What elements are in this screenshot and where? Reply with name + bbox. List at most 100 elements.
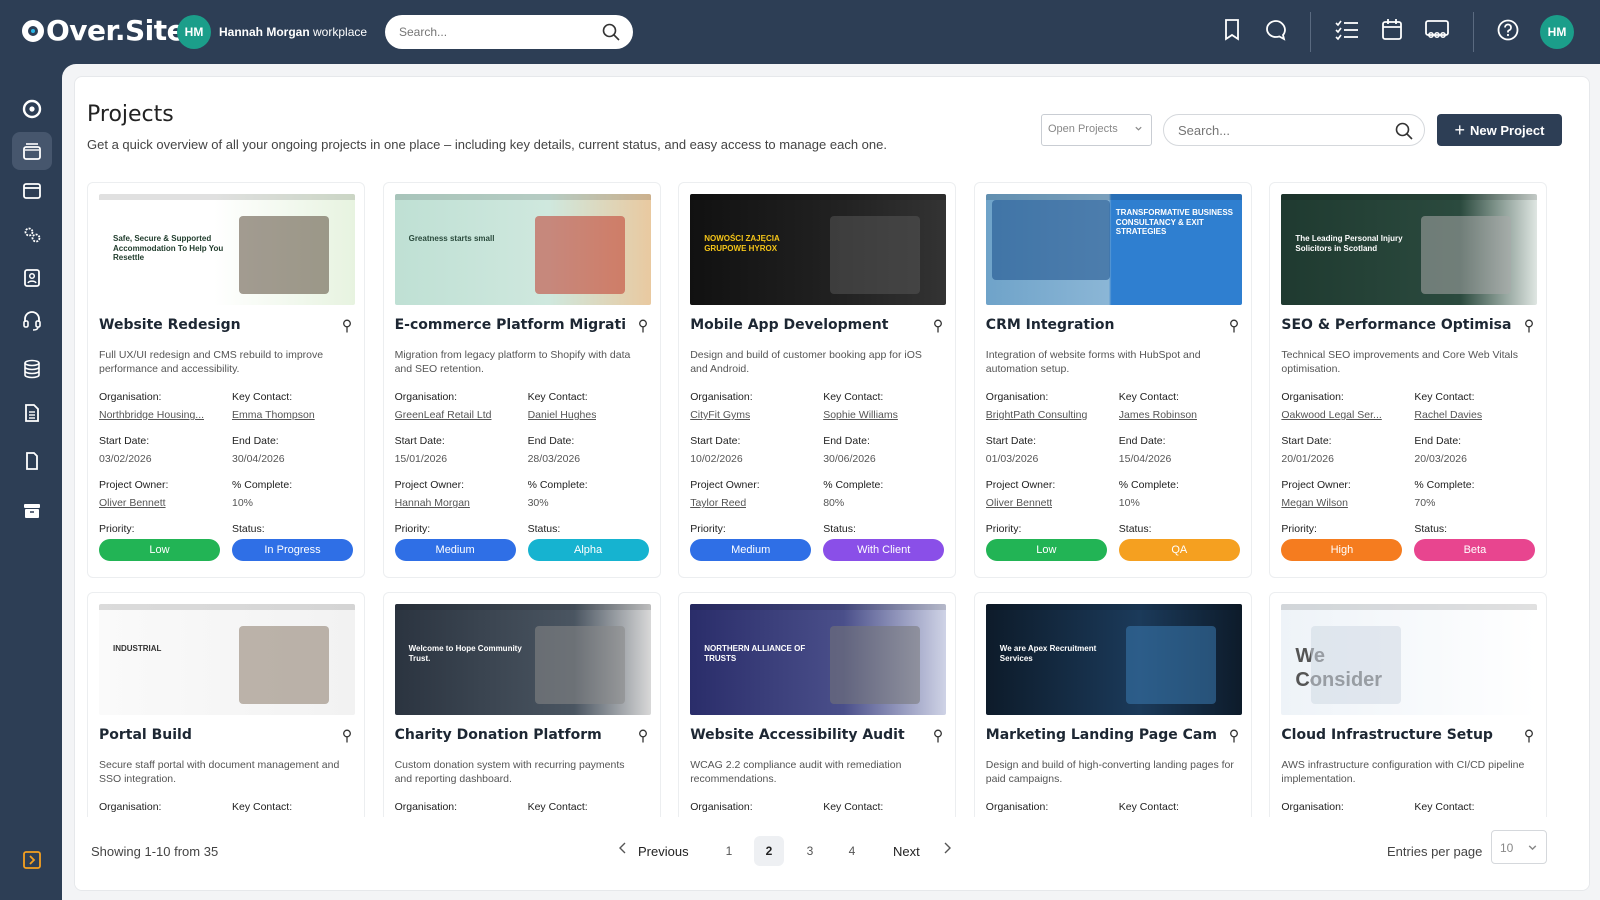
priority-badge: High xyxy=(1281,539,1403,561)
help-icon[interactable] xyxy=(1496,18,1520,42)
team-icon[interactable] xyxy=(1424,18,1450,42)
project-thumbnail[interactable]: We Consider xyxy=(1281,604,1538,715)
key-contact-link[interactable]: Daniel Hughes xyxy=(528,409,597,421)
organisation-label: Organisation: xyxy=(1281,391,1344,403)
project-filter-select[interactable]: Open Projects xyxy=(1041,114,1152,146)
new-project-button[interactable]: + New Project xyxy=(1437,114,1562,146)
page-2-button[interactable]: 2 xyxy=(754,836,784,866)
organisation-link[interactable]: Northbridge Housing... xyxy=(99,409,204,421)
organisation-link[interactable]: GreenLeaf Retail Ltd xyxy=(395,409,492,421)
database-icon[interactable] xyxy=(12,350,52,388)
key-contact-link[interactable]: Sophie Williams xyxy=(823,409,898,421)
project-title: Website Redesign xyxy=(99,317,241,333)
project-card[interactable]: TRANSFORMATIVE BUSINESS CONSULTANCY & EX… xyxy=(973,182,1252,578)
organisation-link[interactable]: CityFit Gyms xyxy=(690,409,750,421)
chat-icon[interactable] xyxy=(1264,18,1288,42)
organisation-link[interactable]: Oakwood Legal Ser... xyxy=(1281,409,1381,421)
pin-icon[interactable] xyxy=(638,729,648,748)
task-list-icon[interactable] xyxy=(1334,18,1360,42)
project-owner-link[interactable]: Oliver Bennett xyxy=(986,497,1053,509)
key-contact-label: Key Contact: xyxy=(823,801,884,813)
project-card[interactable]: The Leading Personal Injury Solicitors i… xyxy=(1269,182,1548,578)
project-title: CRM Integration xyxy=(985,317,1115,333)
pin-icon[interactable] xyxy=(1524,729,1534,748)
filter-value: Open Projects xyxy=(1048,123,1118,135)
percent-complete-value: 30% xyxy=(527,497,549,509)
priority-badge: Low xyxy=(99,539,220,561)
project-card[interactable]: NOWOŚCI ZAJĘCIA GRUPOWE HYROX Mobile App … xyxy=(678,182,957,578)
document-icon[interactable] xyxy=(12,394,52,432)
pin-icon[interactable] xyxy=(342,729,352,748)
percent-complete-label: % Complete: xyxy=(823,479,884,491)
key-contact-link[interactable]: James Robinson xyxy=(1119,409,1197,421)
organisation-link[interactable]: BrightPath Consulting xyxy=(986,409,1088,421)
project-card[interactable]: Greatness starts small E-commerce Platfor… xyxy=(382,182,661,578)
pin-icon[interactable] xyxy=(1229,729,1239,748)
project-card[interactable]: Safe, Secure & Supported Accommodation T… xyxy=(87,182,365,578)
pin-icon[interactable] xyxy=(1229,319,1239,338)
bookmark-icon[interactable] xyxy=(1222,18,1242,42)
chevron-right-icon[interactable] xyxy=(941,841,953,858)
project-card[interactable]: We Consider Cloud Infrastructure Setup AWS… xyxy=(1269,592,1548,852)
project-thumbnail[interactable]: We are Apex Recruitment Services xyxy=(985,604,1242,715)
key-contact-label: Key Contact: xyxy=(1414,801,1475,813)
pin-icon[interactable] xyxy=(933,319,943,338)
settings-gears-icon[interactable] xyxy=(12,216,52,254)
projects-icon[interactable] xyxy=(12,132,52,170)
global-search[interactable] xyxy=(385,15,633,49)
project-owner-link[interactable]: Megan Wilson xyxy=(1281,497,1348,509)
end-date-value: 30/04/2026 xyxy=(232,453,285,465)
end-date-label: End Date: xyxy=(232,435,279,447)
project-owner-link[interactable]: Oliver Bennett xyxy=(99,497,166,509)
next-button[interactable]: Next xyxy=(893,844,920,859)
search-icon[interactable] xyxy=(601,22,621,45)
pin-icon[interactable] xyxy=(342,319,352,338)
project-thumbnail[interactable]: TRANSFORMATIVE BUSINESS CONSULTANCY & EX… xyxy=(985,194,1242,305)
entries-per-page-select[interactable]: 10 xyxy=(1491,830,1547,864)
project-card[interactable]: INDUSTRIAL Portal Build Secure staff porta… xyxy=(87,592,365,852)
expand-sidebar-icon[interactable] xyxy=(22,850,42,875)
chevron-left-icon[interactable] xyxy=(617,841,629,858)
project-thumbnail[interactable]: The Leading Personal Injury Solicitors i… xyxy=(1281,194,1538,305)
project-thumbnail[interactable]: INDUSTRIAL xyxy=(99,604,355,715)
search-icon[interactable] xyxy=(1394,121,1414,144)
project-card[interactable]: We are Apex Recruitment Services Marketin… xyxy=(973,592,1252,852)
browser-icon[interactable] xyxy=(12,172,52,210)
page-1-button[interactable]: 1 xyxy=(714,836,744,866)
workspace-switcher[interactable]: HM Hannah Morgan workplace xyxy=(177,15,367,49)
page-3-button[interactable]: 3 xyxy=(795,836,825,866)
project-search[interactable] xyxy=(1163,114,1425,146)
status-label: Status: xyxy=(527,523,561,535)
project-card[interactable]: Welcome to Hope Community Trust. Charity … xyxy=(382,592,661,852)
thumbnail-text: NOWOŚCI ZAJĘCIA GRUPOWE HYROX xyxy=(704,234,780,253)
global-search-input[interactable] xyxy=(399,25,599,39)
dashboard-icon[interactable] xyxy=(12,90,52,128)
thumbnail-image xyxy=(1125,626,1216,704)
project-thumbnail[interactable]: NORTHERN ALLIANCE OF TRUSTS xyxy=(690,604,947,715)
archive-icon[interactable] xyxy=(12,492,52,530)
project-thumbnail[interactable]: Safe, Secure & Supported Accommodation T… xyxy=(99,194,355,305)
project-owner-link[interactable]: Hannah Morgan xyxy=(395,497,470,509)
project-thumbnail[interactable]: NOWOŚCI ZAJĘCIA GRUPOWE HYROX xyxy=(690,194,947,305)
pin-icon[interactable] xyxy=(1524,319,1534,338)
pin-icon[interactable] xyxy=(638,319,648,338)
calendar-icon[interactable] xyxy=(1381,18,1403,42)
project-owner-link[interactable]: Taylor Reed xyxy=(690,497,746,509)
previous-button[interactable]: Previous xyxy=(638,844,689,859)
app-logo[interactable]: Over.Site xyxy=(22,14,186,47)
end-date-label: End Date: xyxy=(1118,435,1166,447)
project-thumbnail[interactable]: Greatness starts small xyxy=(394,194,651,305)
contacts-icon[interactable] xyxy=(12,259,52,297)
file-icon[interactable] xyxy=(12,442,52,480)
project-card[interactable]: NORTHERN ALLIANCE OF TRUSTS Website Acces… xyxy=(678,592,957,852)
pin-icon[interactable] xyxy=(933,729,943,748)
page-4-button[interactable]: 4 xyxy=(837,836,867,866)
projects-panel: Projects Get a quick overview of all you… xyxy=(74,76,1590,891)
project-search-input[interactable] xyxy=(1178,122,1388,138)
thumbnail-image xyxy=(830,216,921,294)
support-icon[interactable] xyxy=(12,302,52,340)
key-contact-link[interactable]: Rachel Davies xyxy=(1414,409,1482,421)
key-contact-link[interactable]: Emma Thompson xyxy=(232,409,315,421)
user-avatar[interactable]: HM xyxy=(1540,15,1574,49)
project-thumbnail[interactable]: Welcome to Hope Community Trust. xyxy=(394,604,651,715)
